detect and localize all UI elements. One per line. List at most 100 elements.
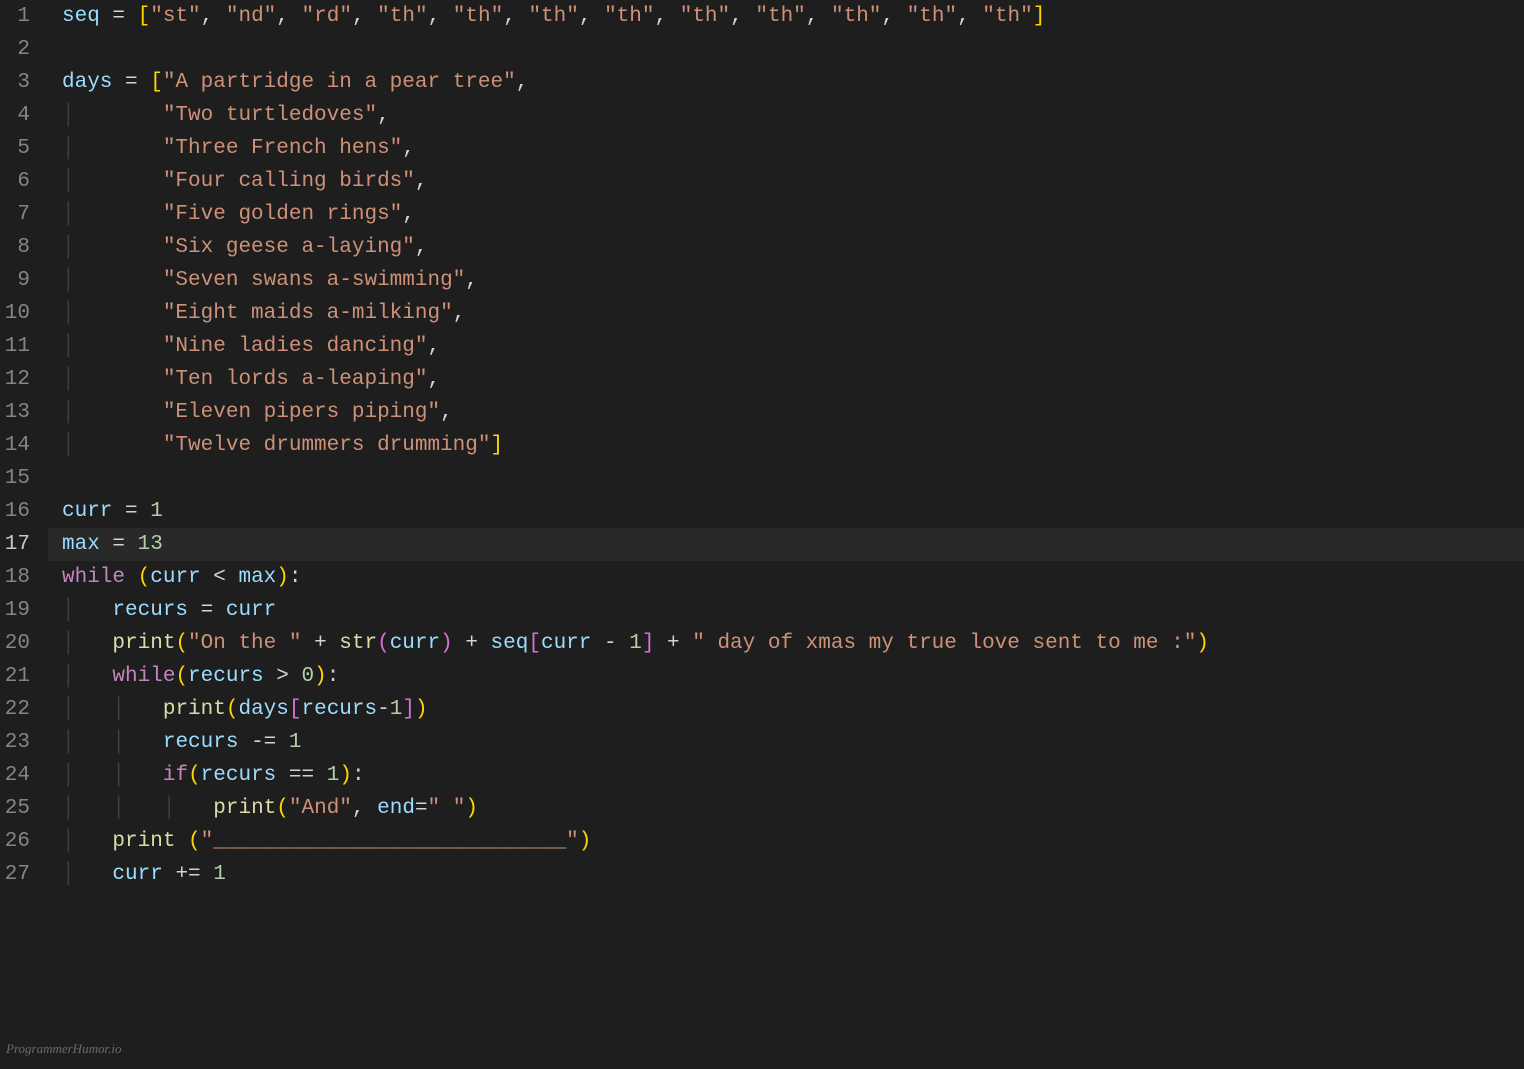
token-op: =: [188, 594, 226, 627]
token-punc: ,: [957, 0, 982, 33]
token-punc: :: [327, 660, 340, 693]
token-punc: ,: [655, 0, 680, 33]
token-var: recurs: [112, 594, 188, 627]
token-str: "th": [831, 0, 881, 33]
line-number: 17: [0, 528, 30, 561]
indent-guide: │: [62, 858, 75, 891]
code-line[interactable]: │ "Eight maids a-milking",: [48, 297, 1524, 330]
code-line[interactable]: │ print("On the " + str(curr) + seq[curr…: [48, 627, 1524, 660]
token-brack2: (: [377, 627, 390, 660]
token-punc: :: [289, 561, 302, 594]
line-number: 3: [0, 66, 30, 99]
token-punc: ,: [276, 0, 301, 33]
token-brack2: [: [289, 693, 302, 726]
watermark: ProgrammerHumor.io: [6, 1032, 121, 1065]
code-area[interactable]: seq = ["st", "nd", "rd", "th", "th", "th…: [48, 0, 1524, 1069]
token-var: seq: [491, 627, 529, 660]
code-line[interactable]: │ curr += 1: [48, 858, 1524, 891]
code-line[interactable]: │ │ recurs -= 1: [48, 726, 1524, 759]
token-num: 0: [301, 660, 314, 693]
token-brack: [: [138, 0, 151, 33]
token-brack2: ]: [402, 693, 415, 726]
line-number: 25: [0, 792, 30, 825]
indent-guide: │: [62, 627, 75, 660]
token-str: "Ten lords a-leaping": [163, 363, 428, 396]
token-brack: ]: [490, 429, 503, 462]
code-line[interactable]: │ "Ten lords a-leaping",: [48, 363, 1524, 396]
token-str: "Nine ladies dancing": [163, 330, 428, 363]
token-punc: ,: [881, 0, 906, 33]
code-line[interactable]: │ │ │ print("And", end=" "): [48, 792, 1524, 825]
token-num: 1: [289, 726, 302, 759]
code-line[interactable]: │ │ if(recurs == 1):: [48, 759, 1524, 792]
code-line[interactable]: while (curr < max):: [48, 561, 1524, 594]
token-str: "th": [528, 0, 578, 33]
line-number: 9: [0, 264, 30, 297]
token-num: 13: [138, 528, 163, 561]
line-number: 12: [0, 363, 30, 396]
code-line[interactable]: [48, 462, 1524, 495]
code-line[interactable]: │ recurs = curr: [48, 594, 1524, 627]
token-punc: ,: [516, 66, 529, 99]
token-var: seq: [62, 0, 100, 33]
code-line[interactable]: │ while(recurs > 0):: [48, 660, 1524, 693]
code-line[interactable]: days = ["A partridge in a pear tree",: [48, 66, 1524, 99]
indent-guide: │: [62, 198, 75, 231]
code-line[interactable]: [48, 33, 1524, 66]
code-editor[interactable]: 1234567891011121314151617181920212223242…: [0, 0, 1524, 1069]
token-var: curr: [150, 561, 200, 594]
code-line[interactable]: curr = 1: [48, 495, 1524, 528]
token-var: recurs: [188, 660, 264, 693]
token-brack: (: [175, 627, 188, 660]
code-line[interactable]: │ "Eleven pipers piping",: [48, 396, 1524, 429]
token-brack: [: [150, 66, 163, 99]
code-line[interactable]: │ "Seven swans a-swimming",: [48, 264, 1524, 297]
indent-guide: │: [62, 759, 75, 792]
token-brack: ): [314, 660, 327, 693]
token-str: "th": [604, 0, 654, 33]
code-line[interactable]: │ "Twelve drummers drumming"]: [48, 429, 1524, 462]
code-line[interactable]: │ │ print(days[recurs-1]): [48, 693, 1524, 726]
code-line[interactable]: │ print ("____________________________"): [48, 825, 1524, 858]
token-brack: (: [188, 759, 201, 792]
token-num: 1: [390, 693, 403, 726]
indent-guide: │: [62, 594, 75, 627]
line-number: 15: [0, 462, 30, 495]
token-brack: ): [465, 792, 478, 825]
token-op: -: [591, 627, 629, 660]
indent-guide: │: [62, 726, 75, 759]
code-line[interactable]: │ "Two turtledoves",: [48, 99, 1524, 132]
token-op: -=: [238, 726, 288, 759]
token-op: =: [112, 66, 150, 99]
code-line[interactable]: │ "Nine ladies dancing",: [48, 330, 1524, 363]
indent-guide: │: [62, 132, 75, 165]
code-line[interactable]: max = 13: [48, 528, 1524, 561]
indent-guide: │: [62, 165, 75, 198]
token-str: "Two turtledoves": [163, 99, 377, 132]
token-str: "Four calling birds": [163, 165, 415, 198]
token-str: "th": [453, 0, 503, 33]
code-line[interactable]: │ "Three French hens",: [48, 132, 1524, 165]
token-var: days: [62, 66, 112, 99]
token-var: curr: [62, 495, 112, 528]
token-str: "Eleven pipers piping": [163, 396, 440, 429]
line-number: 21: [0, 660, 30, 693]
code-line[interactable]: seq = ["st", "nd", "rd", "th", "th", "th…: [48, 0, 1524, 33]
token-kw: while: [112, 660, 175, 693]
token-var: max: [62, 528, 100, 561]
token-num: 1: [150, 495, 163, 528]
indent-guide: │: [112, 792, 125, 825]
code-line[interactable]: │ "Five golden rings",: [48, 198, 1524, 231]
token-punc: ,: [503, 0, 528, 33]
token-func: print: [112, 627, 175, 660]
token-punc: ,: [465, 264, 478, 297]
token-var: recurs: [201, 759, 277, 792]
token-punc: ,: [427, 330, 440, 363]
token-brack: (: [226, 693, 239, 726]
code-line[interactable]: │ "Four calling birds",: [48, 165, 1524, 198]
token-num: 1: [629, 627, 642, 660]
token-str: "____________________________": [201, 825, 579, 858]
code-line[interactable]: │ "Six geese a-laying",: [48, 231, 1524, 264]
token-op: [125, 561, 138, 594]
indent-guide: │: [62, 660, 75, 693]
